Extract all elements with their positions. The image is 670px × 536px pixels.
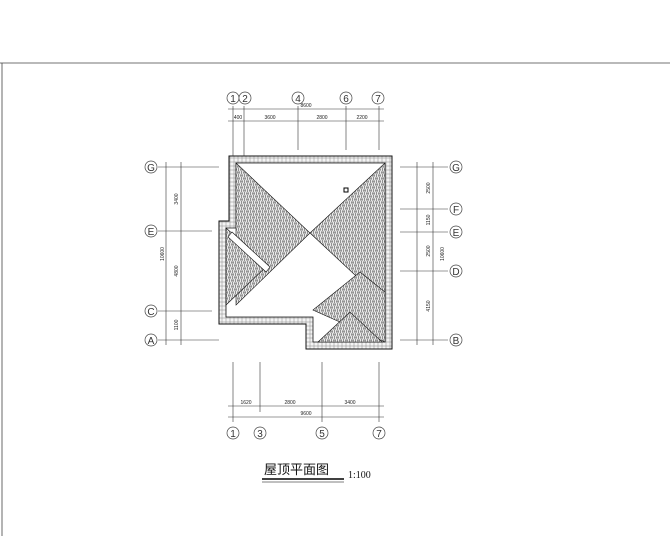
right-seg-dim: 2500 <box>426 182 432 193</box>
drawing-title: 屋顶平面图 <box>264 463 329 478</box>
axis-label: B <box>453 336 460 347</box>
axis-label: 7 <box>375 94 381 105</box>
axis-label: G <box>452 163 460 174</box>
axis-label: 1 <box>230 94 236 105</box>
top-seg-dim: 400 <box>234 115 243 121</box>
bottom-seg-dim: 3400 <box>344 400 355 406</box>
bottom-seg-dim: 2800 <box>284 400 295 406</box>
right-seg-dim: 4150 <box>426 300 432 311</box>
top-seg-dim: 3600 <box>264 115 275 121</box>
top-dimensions <box>228 106 384 156</box>
right-seg-dim: 2500 <box>426 245 432 256</box>
right-axis-markers <box>449 160 463 347</box>
right-seg-dim: 1150 <box>426 214 432 225</box>
axis-label: 3 <box>257 429 263 440</box>
axis-label: E <box>453 228 460 239</box>
axis-label: F <box>453 205 459 216</box>
left-seg-dim: 3400 <box>174 193 180 204</box>
left-seg-dim: 4800 <box>174 265 180 276</box>
axis-label: 5 <box>319 429 325 440</box>
top-total-dim: 8600 <box>300 103 311 109</box>
left-seg-dim: 1100 <box>174 319 180 330</box>
top-seg-dim: 2200 <box>356 115 367 121</box>
left-axis-markers <box>144 160 158 347</box>
axis-label: A <box>148 336 155 347</box>
bottom-axis-markers <box>226 426 386 440</box>
axis-label: 4 <box>295 94 301 105</box>
axis-label: C <box>147 307 154 318</box>
axis-label: D <box>452 267 459 278</box>
drawing-scale: 1:100 <box>348 470 371 481</box>
axis-label: 1 <box>230 429 236 440</box>
left-total-dim: 10600 <box>160 247 166 261</box>
bottom-seg-dim: 1620 <box>240 400 251 406</box>
left-dimensions <box>158 162 219 345</box>
axis-label: 2 <box>242 94 248 105</box>
axis-label: 6 <box>343 94 349 105</box>
top-seg-dim: 2800 <box>316 115 327 121</box>
axis-label: E <box>148 227 155 238</box>
roof-plan-drawing: 8600 400 3600 2800 2200 1 2 4 6 7 1620 2… <box>0 62 670 536</box>
axis-label: 7 <box>376 429 382 440</box>
right-total-dim: 10600 <box>440 247 446 261</box>
roof-vent <box>343 187 349 193</box>
bottom-total-dim: 9600 <box>300 411 311 417</box>
axis-label: G <box>147 163 155 174</box>
